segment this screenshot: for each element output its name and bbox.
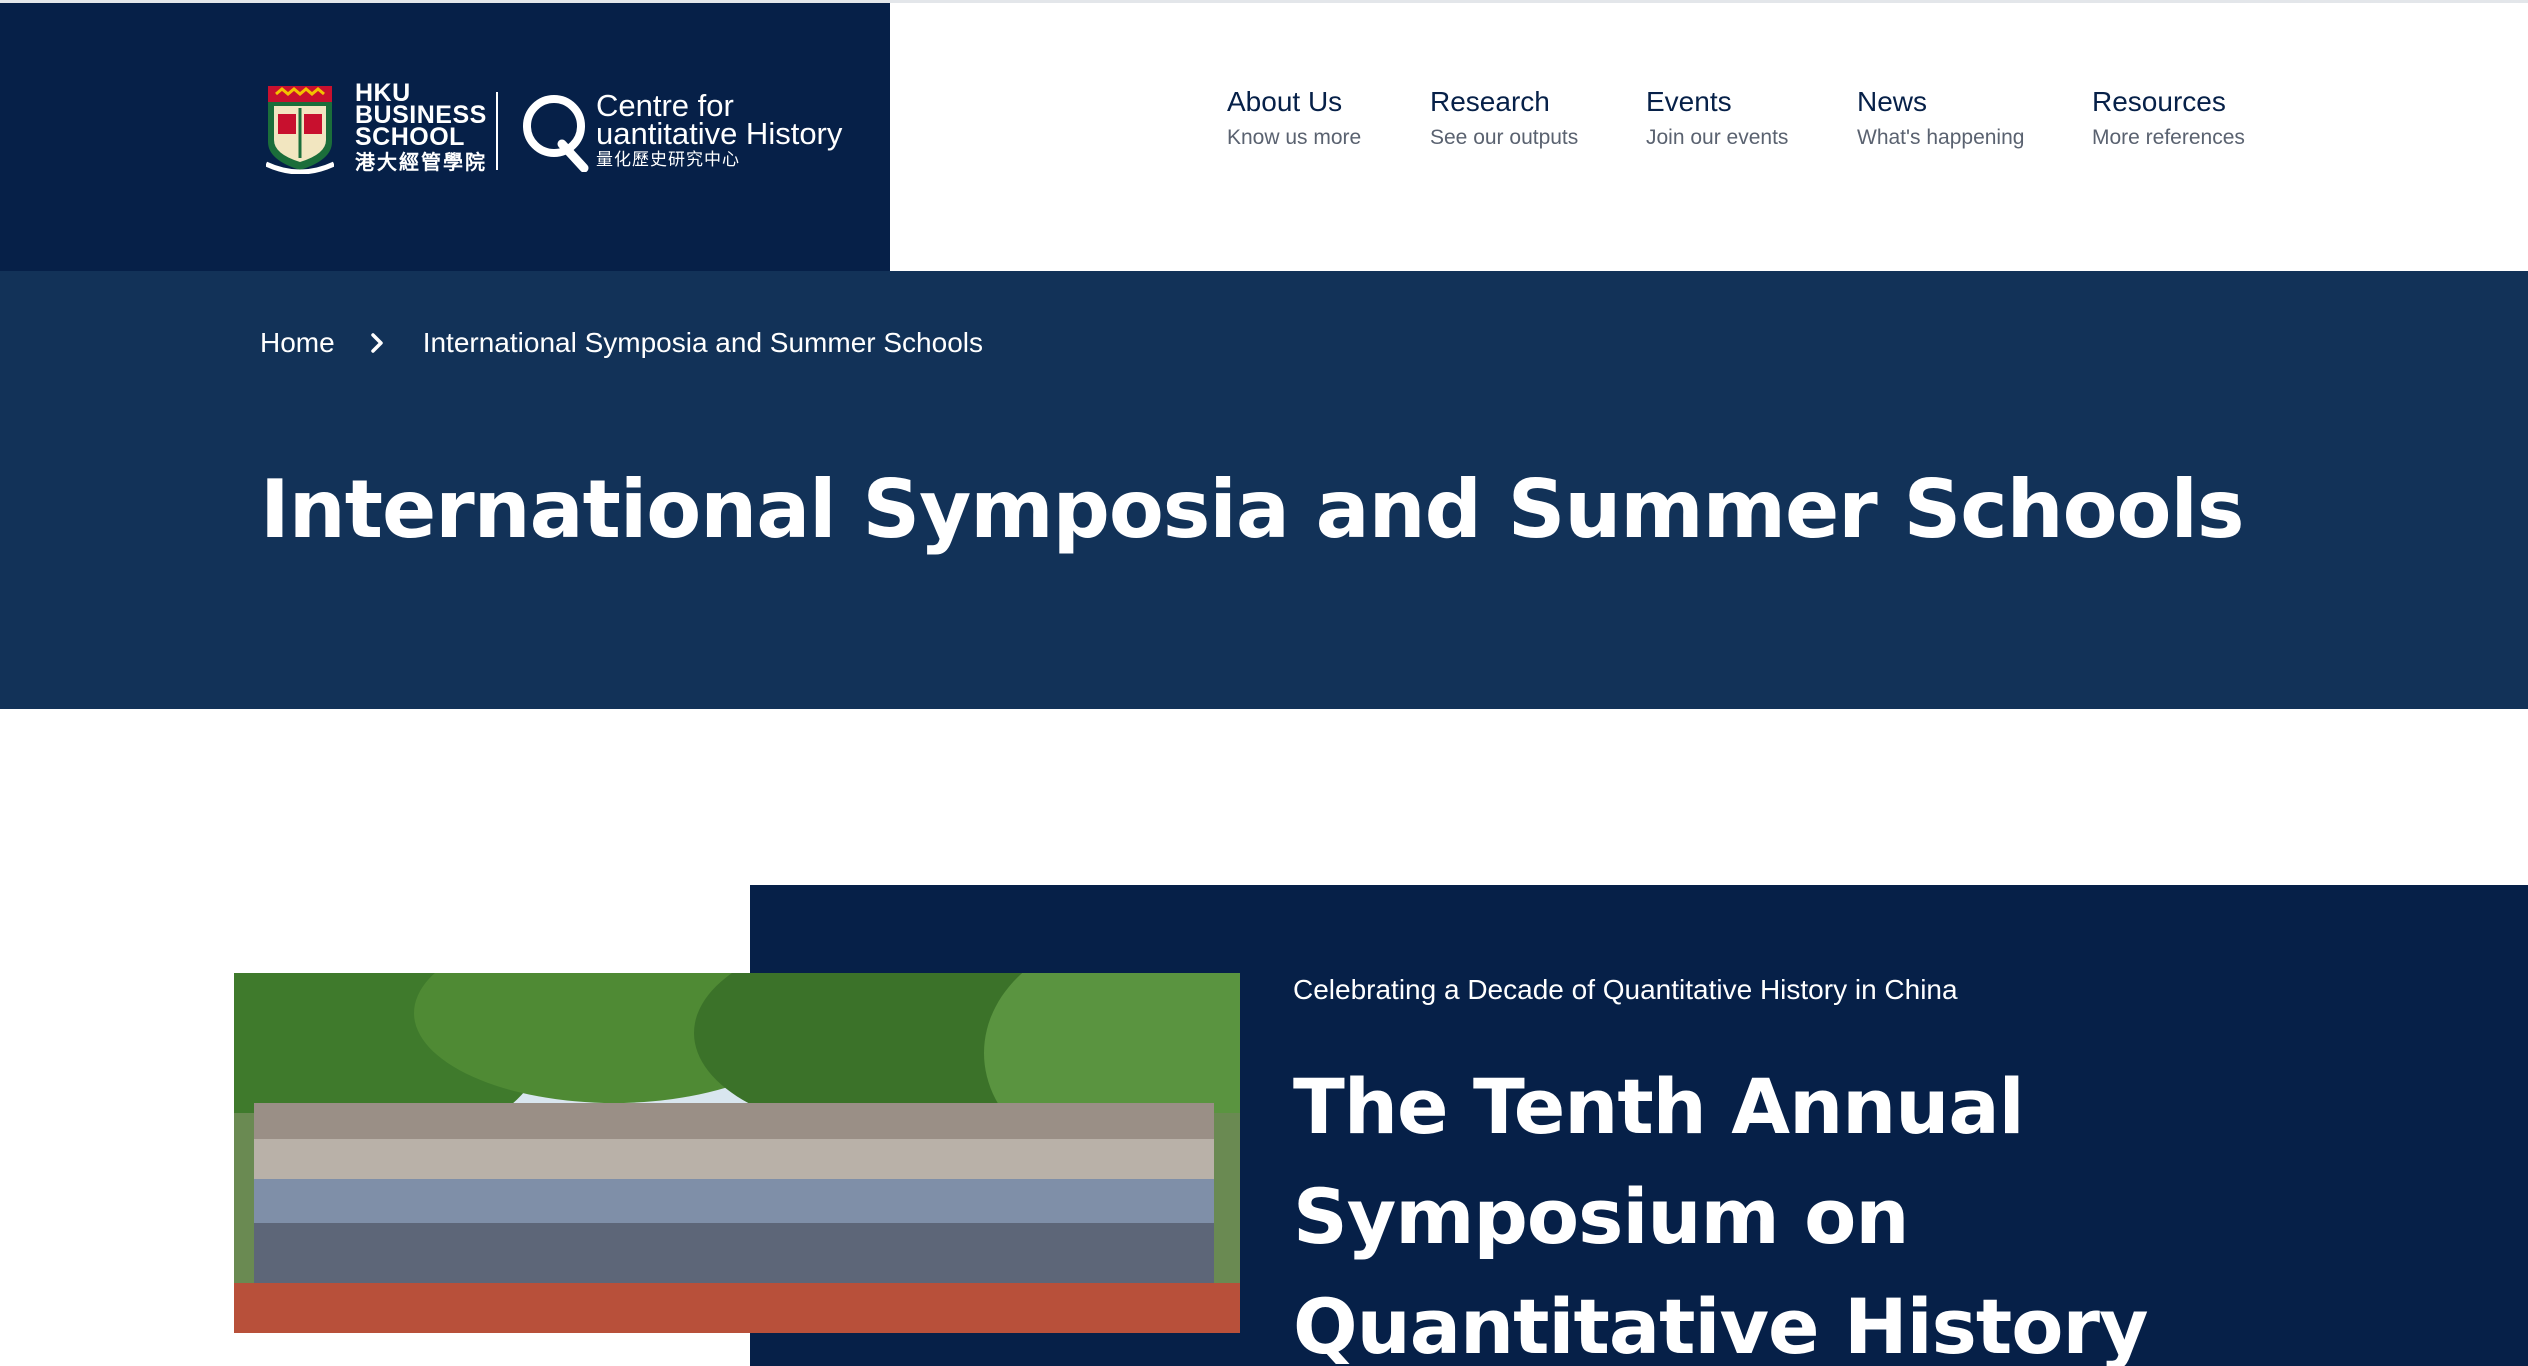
breadcrumb-current: International Symposia and Summer School… (422, 327, 983, 358)
nav-sublabel: What's happening (1857, 126, 2025, 149)
nav-label: News (1857, 86, 1928, 117)
nav-sublabel: More references (2092, 126, 2245, 149)
breadcrumb: Home International Symposia and Summer S… (260, 323, 983, 363)
breadcrumb-home-link[interactable]: Home (260, 327, 335, 359)
nav-item-events[interactable]: Events Join our events (1646, 84, 1788, 152)
nav-label: Resources (2092, 86, 2226, 117)
main-nav: About Us Know us more Research See our o… (0, 84, 2528, 164)
nav-sublabel: Join our events (1646, 126, 1789, 149)
nav-item-resources[interactable]: Resources More references (2092, 84, 2245, 152)
chevron-right-icon (370, 333, 383, 353)
nav-item-about-us[interactable]: About Us Know us more (1227, 84, 1361, 152)
nav-sublabel: See our outputs (1430, 126, 1579, 149)
nav-label: Research (1430, 86, 1550, 117)
nav-label: Events (1646, 86, 1732, 117)
nav-label: About Us (1227, 86, 1343, 117)
feature-kicker: Celebrating a Decade of Quantitative His… (1293, 974, 1958, 1005)
group-photo-image[interactable] (234, 973, 1240, 1333)
feature-title-link[interactable]: The Tenth Annual Symposium on Quantitati… (1293, 1052, 2393, 1366)
nav-item-research[interactable]: Research See our outputs (1430, 84, 1578, 152)
page-title: International Symposia and Summer School… (260, 463, 2245, 556)
nav-item-news[interactable]: News What's happening (1857, 84, 2024, 152)
nav-sublabel: Know us more (1227, 126, 1362, 149)
